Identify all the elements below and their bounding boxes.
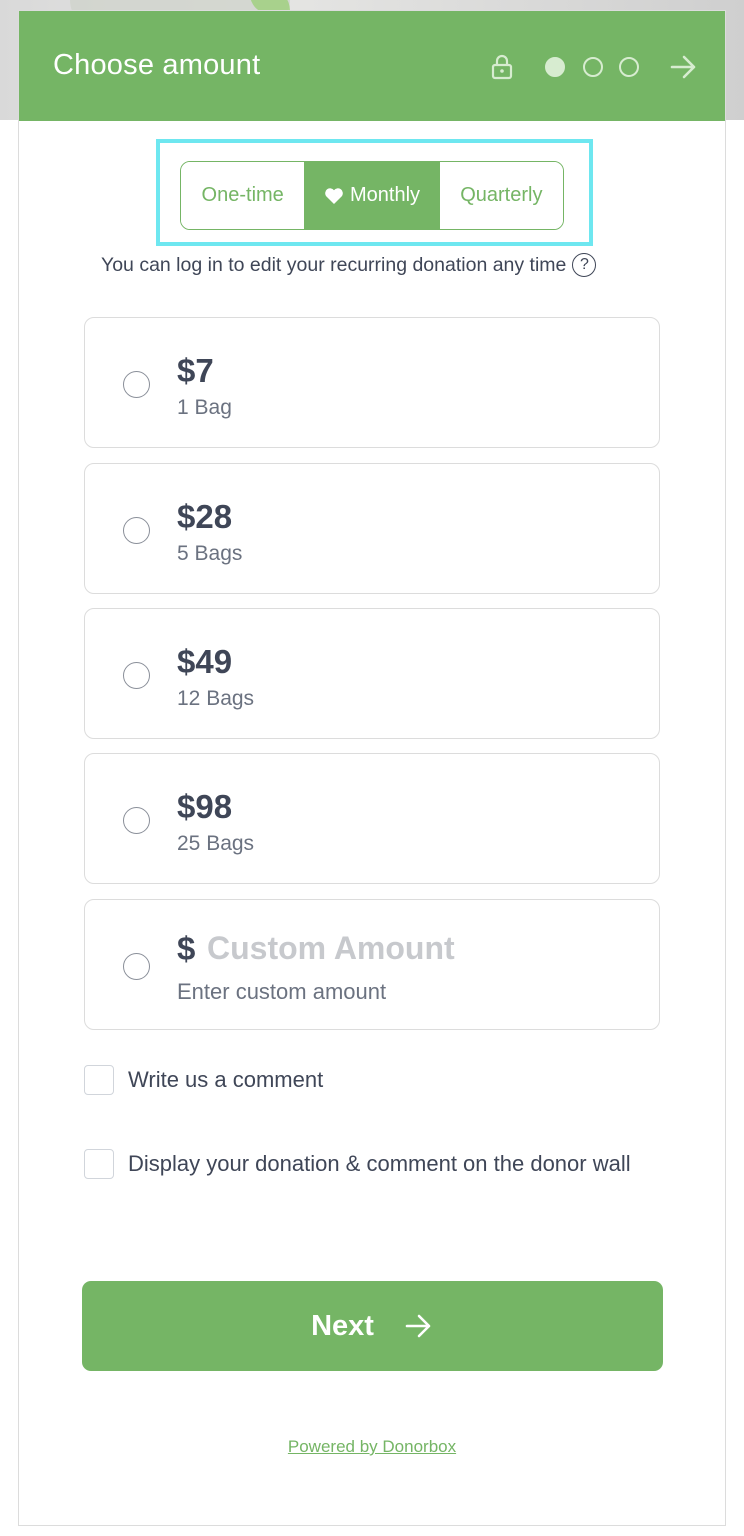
comment-checkbox-label: Write us a comment (128, 1067, 324, 1092)
amount-option-custom[interactable]: $ Enter custom amount (84, 899, 660, 1030)
help-icon[interactable]: ? (572, 253, 597, 277)
comment-checkbox-row[interactable]: Write us a comment (84, 1065, 323, 1098)
page-title: Choose amount (53, 49, 261, 81)
donor-wall-checkbox-row[interactable]: Display your donation & comment on the d… (84, 1149, 668, 1182)
comment-checkbox[interactable] (84, 1065, 114, 1095)
recurring-note: You can log in to edit your recurring do… (101, 253, 661, 277)
amount-value: $7 (177, 352, 214, 389)
frequency-quarterly-button[interactable]: Quarterly (439, 162, 563, 229)
heart-icon (325, 187, 343, 204)
amount-value: $28 (177, 498, 233, 535)
frequency-one-time-label: One-time (201, 184, 284, 206)
amount-option-7[interactable]: $7 1 Bag (84, 317, 660, 448)
amount-description: 12 Bags (177, 687, 255, 710)
custom-amount-input[interactable] (207, 926, 627, 970)
amount-description: 25 Bags (177, 832, 255, 855)
donor-wall-checkbox[interactable] (84, 1149, 114, 1179)
frequency-monthly-button[interactable]: Monthly (304, 162, 440, 229)
donation-widget: Choose amount One-time Monthly Quarterly… (18, 10, 726, 1526)
frequency-selector: One-time Monthly Quarterly (180, 161, 564, 230)
amount-radio[interactable] (123, 517, 150, 544)
lock-icon (491, 54, 513, 80)
amount-value: $49 (177, 643, 233, 680)
step-indicator-3 (619, 57, 639, 77)
recurring-note-text: You can log in to edit your recurring do… (101, 253, 567, 276)
next-button-label: Next (311, 1309, 374, 1342)
amount-option-98[interactable]: $98 25 Bags (84, 753, 660, 884)
amount-radio[interactable] (123, 953, 150, 980)
frequency-quarterly-label: Quarterly (460, 184, 543, 206)
step-indicator-1 (545, 57, 565, 77)
widget-header: Choose amount (19, 11, 725, 121)
powered-by-link[interactable]: Powered by Donorbox (19, 1437, 725, 1457)
arrow-right-icon[interactable] (669, 53, 699, 81)
frequency-one-time-button[interactable]: One-time (181, 162, 305, 229)
amount-description: 5 Bags (177, 542, 243, 565)
next-button[interactable]: Next (82, 1281, 663, 1371)
frequency-monthly-label: Monthly (349, 184, 421, 206)
currency-prefix: $ (177, 930, 196, 967)
amount-radio[interactable] (123, 662, 150, 689)
amount-option-28[interactable]: $28 5 Bags (84, 463, 660, 594)
amount-option-49[interactable]: $49 12 Bags (84, 608, 660, 739)
custom-amount-description: Enter custom amount (177, 979, 387, 1004)
donor-wall-checkbox-label: Display your donation & comment on the d… (128, 1151, 631, 1176)
step-indicator-2 (583, 57, 603, 77)
amount-radio[interactable] (123, 807, 150, 834)
amount-description: 1 Bag (177, 396, 232, 419)
arrow-right-icon (405, 1314, 431, 1338)
amount-value: $98 (177, 788, 233, 825)
amount-radio[interactable] (123, 371, 150, 398)
